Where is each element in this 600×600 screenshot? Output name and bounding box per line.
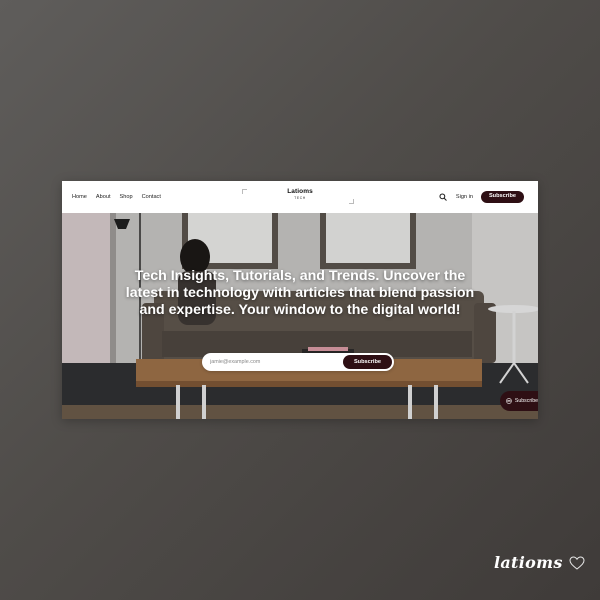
header-actions: Sign in Subscribe xyxy=(438,181,524,213)
logo-name: Latioms xyxy=(287,188,313,195)
envelope-icon xyxy=(506,398,512,404)
nav-link-contact[interactable]: Contact xyxy=(142,194,161,200)
newsletter-subscribe-button[interactable]: Subscribe xyxy=(342,355,392,369)
corner-decoration xyxy=(242,189,247,194)
header-subscribe-button[interactable]: Subscribe xyxy=(480,190,524,204)
site-logo[interactable]: Latioms TECH xyxy=(287,188,313,200)
sign-in-link[interactable]: Sign in xyxy=(456,194,473,200)
floating-subscribe-label: Subscribe xyxy=(514,398,538,404)
nav-link-shop[interactable]: Shop xyxy=(120,194,133,200)
hero-section: Tech Insights, Tutorials, and Trends. Un… xyxy=(62,213,538,419)
corner-decoration xyxy=(349,199,354,204)
site-header: Home About Shop Contact Latioms TECH Sig… xyxy=(62,181,538,213)
nav-link-home[interactable]: Home xyxy=(72,194,87,200)
main-nav: Home About Shop Contact xyxy=(72,181,161,213)
search-icon[interactable] xyxy=(438,192,448,202)
hero-headline: Tech Insights, Tutorials, and Trends. Un… xyxy=(125,268,475,318)
brand-watermark: latioms xyxy=(494,553,585,572)
nav-link-about[interactable]: About xyxy=(96,194,111,200)
brand-watermark-text: latioms xyxy=(494,553,563,572)
newsletter-form: Subscribe xyxy=(202,353,394,371)
floating-subscribe-button[interactable]: Subscribe xyxy=(500,391,538,411)
heart-icon xyxy=(569,555,585,570)
logo-tagline: TECH xyxy=(294,196,306,200)
website-screenshot: Home About Shop Contact Latioms TECH Sig… xyxy=(62,181,538,419)
email-input[interactable] xyxy=(202,355,343,369)
